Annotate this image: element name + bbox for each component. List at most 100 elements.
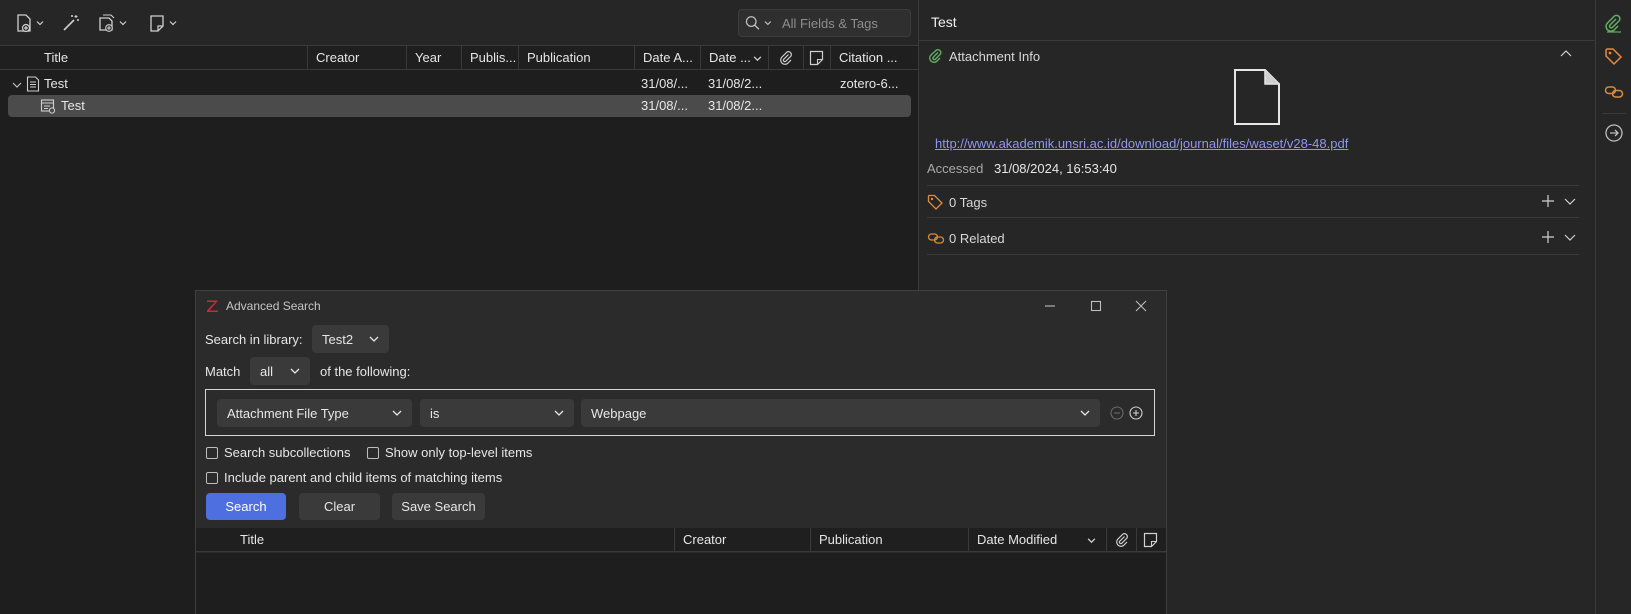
tags-header[interactable]: 0 Tags	[927, 192, 987, 212]
tags-label: 0 Tags	[949, 194, 988, 210]
results-tree-header: Title Creator Publication Date Modified	[196, 528, 1166, 552]
chevron-down-icon[interactable]	[764, 19, 772, 27]
related-controls	[1541, 230, 1577, 244]
row-title: Test	[44, 76, 68, 91]
paperclip-icon	[780, 51, 792, 65]
condition-value: Webpage	[591, 405, 647, 421]
column-publication[interactable]: Publication	[810, 528, 968, 552]
chevron-down-icon[interactable]	[1563, 231, 1577, 243]
table-row[interactable]: Test 31/08/... 31/08/2... zotero-6...	[8, 73, 911, 95]
column-date-modified[interactable]: Date Modified	[968, 528, 1106, 552]
chevron-down-icon[interactable]	[1563, 195, 1577, 207]
column-publication[interactable]: Publication	[518, 46, 634, 70]
new-note-icon	[150, 15, 164, 32]
column-attachments[interactable]	[1106, 528, 1136, 552]
column-creator[interactable]: Creator	[307, 46, 406, 70]
accessed-label: Accessed	[927, 161, 984, 176]
tags-nav-icon[interactable]	[1604, 47, 1624, 67]
search-button[interactable]: Search	[206, 493, 286, 520]
sort-descending-icon	[753, 56, 762, 62]
zotero-logo-icon	[207, 300, 218, 312]
dialog-titlebar[interactable]: Advanced Search	[196, 291, 1166, 321]
new-note-button[interactable]	[147, 9, 177, 37]
column-date-modified[interactable]: Date ...	[700, 46, 768, 70]
checkbox-box[interactable]	[206, 446, 218, 459]
column-title[interactable]: Title	[232, 528, 674, 552]
condition-operator-value: is	[430, 405, 440, 421]
related-header[interactable]: 0 Related	[927, 228, 1005, 248]
search-conditions: Attachment File Type is Webpage	[205, 389, 1155, 436]
search-icon[interactable]	[745, 15, 760, 31]
column-date-added[interactable]: Date A...	[634, 46, 700, 70]
match-mode-select[interactable]: all	[250, 357, 310, 385]
remove-condition-icon[interactable]	[1110, 406, 1124, 420]
chevron-down-icon	[369, 336, 379, 342]
related-nav-icon[interactable]	[1604, 82, 1624, 102]
library-select[interactable]: Test2	[312, 325, 389, 353]
maximize-icon[interactable]	[1088, 298, 1104, 314]
column-notes[interactable]	[803, 46, 830, 70]
row-citation-key: zotero-6...	[840, 76, 899, 91]
row-title: Test	[61, 98, 85, 113]
column-creator[interactable]: Creator	[674, 528, 810, 552]
add-attachment-button[interactable]	[97, 9, 127, 37]
sort-descending-icon	[1087, 538, 1096, 544]
quick-search[interactable]	[738, 9, 911, 37]
minimize-icon[interactable]	[1042, 298, 1058, 314]
checkbox-box[interactable]	[367, 446, 379, 459]
plus-icon[interactable]	[1541, 230, 1555, 244]
locate-icon[interactable]	[1604, 123, 1624, 143]
item-pane-sidenav	[1595, 0, 1631, 614]
show-top-level-label: Show only top-level items	[385, 445, 533, 460]
chevron-down-icon	[392, 410, 402, 416]
attachment-info-nav-icon[interactable]	[1604, 14, 1624, 34]
new-item-button[interactable]	[14, 9, 44, 37]
column-publisher[interactable]: Publis...	[461, 46, 518, 70]
clear-button[interactable]: Clear	[299, 493, 380, 520]
divider	[1602, 113, 1626, 114]
table-row[interactable]: Test 31/08/... 31/08/2...	[8, 95, 911, 117]
main-toolbar	[0, 0, 918, 46]
add-attachment-icon	[99, 14, 115, 32]
file-icon	[1234, 69, 1280, 125]
column-attachments[interactable]	[768, 46, 803, 70]
show-top-level-checkbox[interactable]: Show only top-level items	[367, 445, 532, 460]
accessed-value: 31/08/2024, 16:53:40	[994, 161, 1117, 176]
include-parent-child-checkbox[interactable]: Include parent and child items of matchi…	[206, 470, 502, 485]
condition-value-select[interactable]: Webpage	[581, 399, 1100, 427]
row-date-modified: 31/08/2...	[708, 98, 763, 113]
chevron-down-icon[interactable]	[12, 80, 22, 90]
column-title[interactable]: Title	[36, 46, 307, 70]
column-year[interactable]: Year	[406, 46, 461, 70]
column-citation-key[interactable]: Citation ...	[830, 46, 918, 70]
attachment-info-header[interactable]: Attachment Info	[927, 46, 1040, 66]
chevron-up-icon[interactable]	[1559, 48, 1573, 60]
attachment-info-controls	[1559, 48, 1573, 60]
attachment-info-label: Attachment Info	[949, 48, 1041, 64]
condition-field-value: Attachment File Type	[227, 405, 349, 421]
document-icon	[26, 76, 40, 92]
save-search-button[interactable]: Save Search	[392, 493, 485, 520]
dialog-title: Advanced Search	[226, 299, 321, 313]
search-input[interactable]	[782, 15, 910, 31]
item-pane-title: Test	[931, 14, 957, 30]
results-tree-body[interactable]	[196, 553, 1166, 614]
checkbox-box[interactable]	[206, 471, 218, 484]
attachment-url-link[interactable]: http://www.akademik.unsri.ac.id/download…	[935, 136, 1348, 151]
match-mode-value: all	[260, 363, 274, 379]
row-date-added: 31/08/...	[641, 76, 688, 91]
row-date-modified: 31/08/2...	[708, 76, 763, 91]
add-condition-icon[interactable]	[1129, 406, 1143, 420]
tags-section: 0 Tags	[927, 186, 1579, 218]
condition-operator-select[interactable]: is	[420, 399, 574, 427]
add-by-identifier-button[interactable]	[61, 9, 81, 37]
search-subcollections-checkbox[interactable]: Search subcollections	[206, 445, 350, 460]
chevron-down-icon	[1080, 410, 1090, 416]
close-icon[interactable]	[1133, 298, 1149, 314]
column-notes[interactable]	[1136, 528, 1166, 552]
search-in-library-label: Search in library:	[205, 332, 303, 347]
related-label: 0 Related	[949, 230, 1005, 246]
note-icon	[1143, 532, 1158, 548]
condition-field-select[interactable]: Attachment File Type	[217, 399, 412, 427]
plus-icon[interactable]	[1541, 194, 1555, 208]
